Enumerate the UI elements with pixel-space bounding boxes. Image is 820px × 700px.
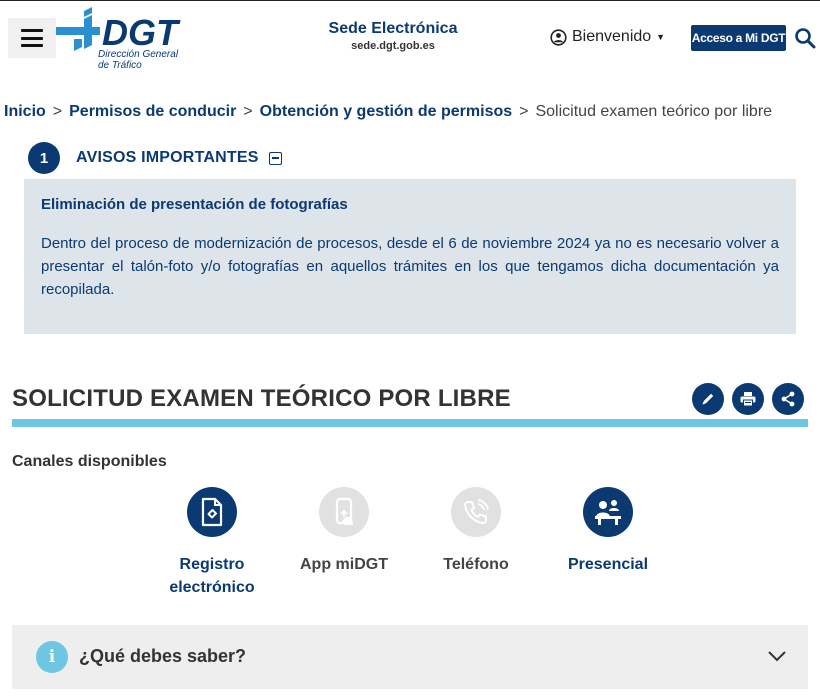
edit-button[interactable] [692, 383, 724, 415]
print-icon [740, 392, 756, 407]
sede-block: Sede Electrónica sede.dgt.gob.es [300, 20, 486, 52]
channel-telefono-icon-wrap [451, 487, 501, 537]
channel-app-icon-wrap [319, 487, 369, 537]
sede-url: sede.dgt.gob.es [351, 40, 435, 52]
accordion-title: ¿Qué debes saber? [79, 646, 247, 666]
breadcrumb-link-permisos[interactable]: Permisos de conducir [69, 103, 236, 120]
sede-title: Sede Electrónica [328, 20, 458, 37]
channel-registro-icon-wrap [187, 487, 237, 537]
avisos-number-badge: 1 [28, 142, 60, 174]
chevron-down-icon [768, 651, 786, 662]
mobile-app-icon [335, 497, 353, 525]
breadcrumb-separator: > [519, 103, 529, 120]
logo-subtitle: Dirección General de Tráfico [98, 49, 178, 71]
presencial-desk-icon [595, 500, 621, 525]
edit-icon [702, 393, 714, 405]
share-icon [781, 391, 795, 407]
menu-button[interactable] [8, 18, 56, 58]
breadcrumb: Inicio > Permisos de conducir > Obtención y … [4, 103, 772, 121]
site-header: DGT Dirección General de Tráfico Sede El… [0, 0, 820, 75]
channel-label: App miDGT [300, 556, 388, 573]
channel-app-midgt: App miDGT [289, 487, 399, 576]
que-debes-saber-accordion[interactable]: i ¿Qué debes saber? [12, 625, 808, 689]
search-icon [795, 28, 816, 49]
welcome-dropdown[interactable]: Bienvenido ▼ [550, 28, 665, 46]
breadcrumb-current: Solicitud examen teórico por libre [535, 103, 773, 120]
welcome-label: Bienvenido [572, 28, 652, 45]
channel-label: Presencial [567, 556, 649, 573]
print-button[interactable] [732, 383, 764, 415]
logo-subtitle-line2: de Tráfico [98, 60, 142, 71]
breadcrumb-separator: > [52, 103, 63, 120]
breadcrumb-link-obtencion[interactable]: Obtención y gestión de permisos [260, 103, 513, 120]
info-icon: i [36, 641, 68, 673]
channel-label-line1: Registro [179, 556, 245, 573]
channel-presencial[interactable]: Presencial [553, 487, 663, 576]
channel-registro-electronico[interactable]: Registro electrónico [157, 487, 267, 599]
title-actions [692, 383, 804, 415]
collapse-toggle-icon[interactable] [268, 151, 282, 165]
svg-text:DGT: DGT [102, 12, 181, 53]
caret-down-icon: ▼ [656, 32, 666, 42]
breadcrumb-separator: > [243, 103, 253, 120]
page-title: SOLICITUD EXAMEN TEÓRICO POR LIBRE [12, 385, 511, 412]
channel-telefono: Teléfono [421, 487, 531, 576]
registro-document-icon [201, 497, 223, 527]
notice-title: Eliminación de presentación de fotografí… [41, 196, 348, 213]
avisos-notice-box: Eliminación de presentación de fotografí… [24, 179, 796, 334]
logo-subtitle-line1: Dirección General [98, 49, 179, 60]
channel-label: Registro electrónico [157, 553, 267, 599]
phone-icon [463, 499, 489, 525]
notice-body: Dentro del proceso de modernización de p… [41, 235, 779, 298]
breadcrumb-link-inicio[interactable]: Inicio [4, 103, 46, 120]
hamburger-icon [21, 29, 43, 47]
channel-presencial-icon-wrap [583, 487, 633, 537]
avisos-header: 1 AVISOS IMPORTANTES [28, 142, 282, 174]
channel-label: Teléfono [443, 556, 509, 573]
avisos-title: AVISOS IMPORTANTES [76, 149, 259, 166]
title-underline [12, 419, 808, 427]
canales-label: Canales disponibles [12, 453, 167, 470]
channel-label-line2: electrónico [169, 579, 255, 596]
globe-user-icon [550, 28, 567, 46]
search-button[interactable] [794, 27, 816, 49]
access-mi-dgt-button[interactable]: Acceso a Mi DGT [691, 25, 786, 51]
share-button[interactable] [772, 383, 804, 415]
